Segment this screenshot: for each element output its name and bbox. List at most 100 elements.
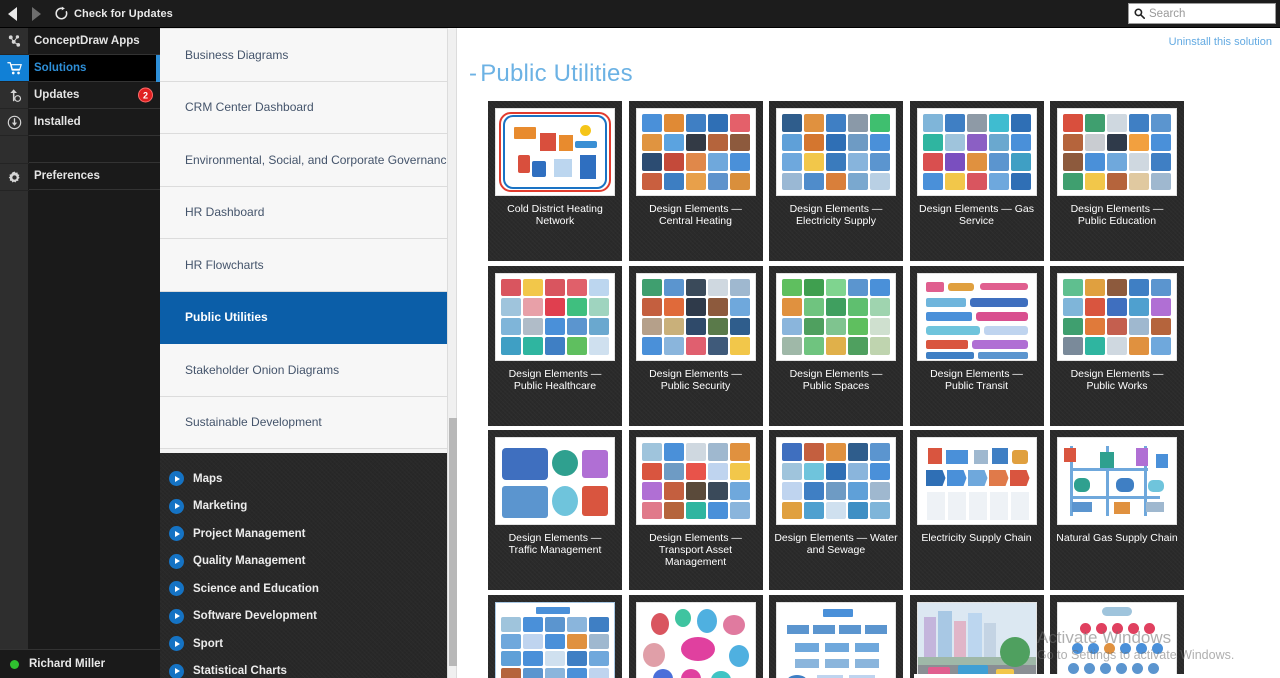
card-title: Design Elements — Public Healthcare — [508, 367, 602, 392]
solution-card[interactable] — [1050, 595, 1184, 678]
category-item-software-development[interactable]: Software Development — [160, 603, 448, 631]
category-item-statistical-charts[interactable]: Statistical Charts — [160, 658, 448, 678]
category-item-science-and-education[interactable]: Science and Education — [160, 575, 448, 603]
chevron-right-icon — [169, 636, 184, 652]
solution-card[interactable]: Design Elements — Electricity Supply — [769, 101, 903, 261]
solution-list-item[interactable]: Sustainable Development — [160, 396, 455, 449]
card-title: Design Elements — Public Spaces — [789, 367, 883, 392]
card-thumbnail — [776, 601, 896, 678]
card-title: Design Elements — Electricity Supply — [789, 203, 883, 227]
chevron-right-icon — [169, 663, 184, 678]
rail-item-solutions[interactable] — [0, 55, 29, 82]
solution-label: Public Utilities — [185, 310, 268, 325]
solution-label: Sustainable Development — [185, 415, 322, 430]
solution-card[interactable]: Design Elements — Public Spaces — [769, 266, 903, 426]
chevron-right-icon — [169, 526, 184, 542]
category-item-quality-management[interactable]: Quality Management — [160, 548, 448, 576]
solution-card[interactable]: Design Elements — Public Works — [1050, 266, 1184, 426]
rail-item-installed[interactable] — [0, 109, 29, 136]
solution-label: CRM Center Dashboard — [185, 100, 314, 115]
solution-card[interactable] — [769, 595, 903, 678]
user-name-label[interactable]: Richard Miller — [29, 658, 105, 670]
solution-card[interactable]: Design Elements — Public Healthcare — [488, 266, 622, 426]
solution-card[interactable]: Electricity Supply Chain — [910, 430, 1044, 590]
collapse-toggle[interactable]: - — [469, 60, 477, 88]
search-input[interactable]: Search — [1128, 3, 1276, 24]
solution-list-item-public-utilities[interactable]: Public Utilities — [160, 291, 455, 344]
solution-card[interactable] — [629, 595, 763, 678]
solution-card[interactable]: Design Elements — Traffic Management — [488, 430, 622, 590]
solution-list-item[interactable]: Environmental, Social, and Corporate Gov… — [160, 134, 455, 187]
solution-card[interactable]: Design Elements — Gas Service — [910, 101, 1044, 261]
apps-icon — [8, 34, 21, 47]
list-scrollbar[interactable] — [447, 28, 457, 678]
card-thumbnail — [916, 601, 1037, 678]
card-thumbnail — [916, 272, 1037, 361]
nav-label: ConceptDraw Apps — [34, 35, 140, 47]
solution-list-item[interactable]: HR Dashboard — [160, 186, 455, 239]
icon-rail — [0, 28, 29, 678]
solution-card[interactable] — [910, 595, 1044, 678]
card-title: Design Elements — Public Education — [1070, 203, 1164, 227]
card-title: Design Elements — Transport Asset Manage… — [649, 532, 742, 568]
card-thumbnail — [1057, 437, 1177, 525]
solution-card[interactable]: Design Elements — Transport Asset Manage… — [629, 430, 763, 590]
rail-item-conceptdraw-apps[interactable] — [0, 28, 29, 55]
rail-item-updates[interactable] — [0, 82, 29, 109]
scrollbar-thumb[interactable] — [449, 418, 457, 666]
search-placeholder: Search — [1149, 7, 1186, 20]
category-label: Statistical Charts — [193, 665, 287, 678]
card-title: Design Elements — Central Heating — [649, 203, 742, 227]
category-item-marketing[interactable]: Marketing — [160, 493, 448, 521]
card-title: Design Elements — Traffic Management — [508, 532, 602, 556]
nav-item-installed[interactable]: Installed — [29, 109, 160, 136]
page-title-text: Public Utilities — [480, 60, 633, 87]
card-thumbnail — [495, 437, 615, 525]
nav-item-solutions[interactable]: Solutions — [29, 55, 160, 82]
nav-item-conceptdraw-apps[interactable]: ConceptDraw Apps — [29, 28, 160, 55]
chevron-right-icon — [169, 498, 184, 514]
category-item-sport[interactable]: Sport — [160, 630, 448, 658]
back-button[interactable] — [0, 0, 24, 28]
card-thumbnail — [495, 272, 615, 361]
solution-card[interactable]: Cold District Heating Network — [488, 101, 622, 261]
solution-card[interactable]: Design Elements — Public Transit — [910, 266, 1044, 426]
updates-badge: 2 — [138, 87, 153, 103]
category-label: Project Management — [193, 527, 306, 540]
solution-list-item[interactable]: CRM Center Dashboard — [160, 81, 455, 134]
solution-list-item[interactable]: HR Flowcharts — [160, 239, 455, 292]
solution-card[interactable] — [488, 595, 622, 678]
card-thumbnail — [495, 108, 615, 196]
forward-button[interactable] — [24, 0, 48, 28]
card-row: Design Elements — Traffic Management Des… — [488, 430, 1248, 590]
nav-item-updates[interactable]: Updates 2 — [29, 82, 160, 109]
solution-card[interactable]: Design Elements — Public Education — [1050, 101, 1184, 261]
refresh-button[interactable] — [48, 0, 74, 28]
card-title: Design Elements — Public Works — [1070, 367, 1164, 392]
online-status-dot — [10, 659, 19, 669]
category-label: Marketing — [193, 500, 248, 513]
main-content: Uninstall this solution - Public Utiliti… — [457, 28, 1280, 678]
update-arrow-icon — [10, 88, 22, 102]
card-row: Cold District Heating Network Design Ele… — [488, 101, 1248, 261]
solution-card[interactable]: Natural Gas Supply Chain — [1050, 430, 1184, 590]
solution-list-item[interactable]: Business Diagrams — [160, 29, 455, 82]
solution-card[interactable]: Design Elements — Water and Sewage — [769, 430, 903, 590]
category-panel: Maps Marketing Project Management Qualit… — [160, 453, 448, 678]
category-item-maps[interactable]: Maps — [160, 465, 448, 493]
nav-item-preferences[interactable]: Preferences — [29, 163, 160, 190]
solution-label: Stakeholder Onion Diagrams — [185, 362, 340, 377]
solution-card[interactable]: Design Elements — Public Security — [629, 266, 763, 426]
solution-list-item[interactable]: Stakeholder Onion Diagrams — [160, 344, 455, 397]
card-thumbnail — [1057, 601, 1177, 678]
uninstall-solution-link[interactable]: Uninstall this solution — [1169, 36, 1272, 48]
solution-card[interactable]: Design Elements — Central Heating — [629, 101, 763, 261]
solution-card-grid: Cold District Heating Network Design Ele… — [488, 101, 1248, 678]
card-title: Design Elements — Public Security — [649, 367, 742, 392]
check-updates-label[interactable]: Check for Updates — [74, 8, 173, 20]
rail-item-preferences[interactable] — [0, 164, 29, 191]
rail-spacer — [0, 136, 29, 164]
top-toolbar: Check for Updates Search — [0, 0, 1280, 28]
category-item-project-management[interactable]: Project Management — [160, 520, 448, 548]
category-label: Quality Management — [193, 555, 306, 568]
